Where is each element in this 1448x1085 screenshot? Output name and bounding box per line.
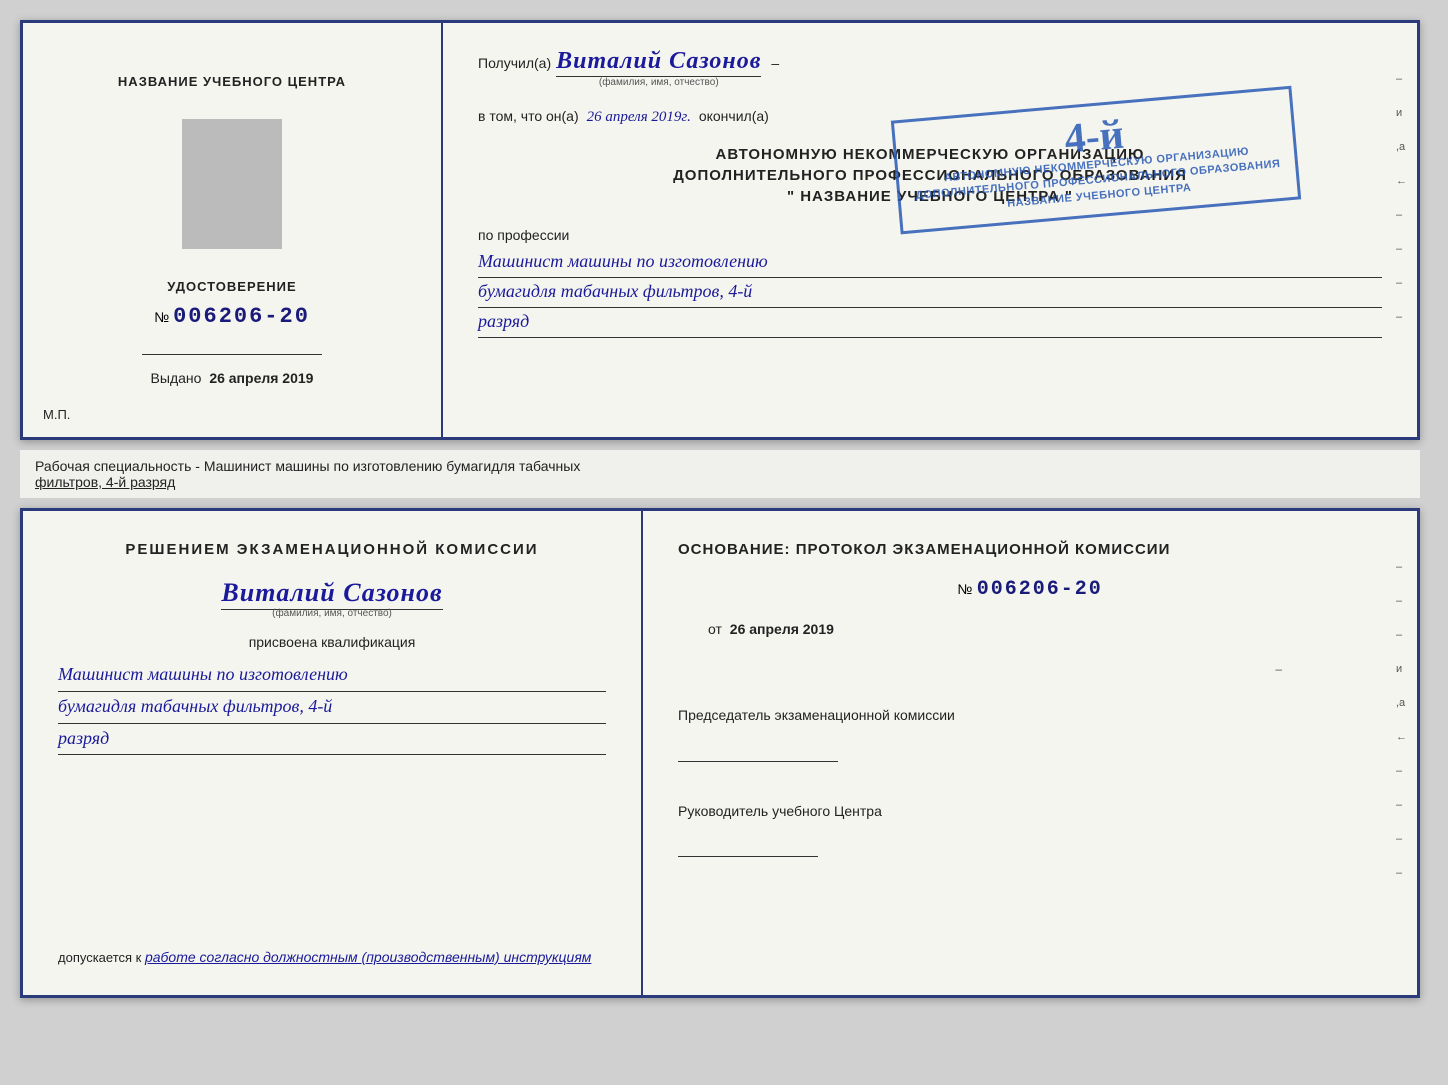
profession-line2: бумагидля табачных фильтров, 4-й: [478, 278, 1382, 308]
allowed-text: работе согласно должностным (производств…: [145, 949, 591, 965]
cert-bottom-right: Основание: протокол экзаменационной коми…: [643, 511, 1417, 995]
head-title: Руководитель учебного Центра: [678, 802, 1382, 822]
info-text-underline: фильтров, 4-й разряд: [35, 474, 175, 490]
basis-title: Основание: протокол экзаменационной коми…: [678, 541, 1382, 558]
top-certificate: НАЗВАНИЕ УЧЕБНОГО ЦЕНТРА УДОСТОВЕРЕНИЕ №…: [20, 20, 1420, 440]
certify-date: 26 апреля 2019г.: [587, 109, 691, 126]
right-edge-marks: – и ,а ← – – – –: [1396, 73, 1407, 323]
qualification-line1: Машинист машины по изготовлению: [58, 660, 606, 692]
commission-title: Решением экзаменационной комиссии: [58, 541, 606, 558]
basis-number-sign: №: [957, 581, 972, 597]
qualification-label: присвоена квалификация: [58, 634, 606, 650]
profession-line3: разряд: [478, 308, 1382, 338]
issued-label: Выдано: [151, 370, 202, 386]
basis-date-prefix: от: [708, 621, 722, 637]
photo-placeholder: [182, 119, 282, 249]
person-subtitle-bottom: (фамилия, имя, отчество): [58, 608, 606, 619]
page-wrapper: НАЗВАНИЕ УЧЕБНОГО ЦЕНТРА УДОСТОВЕРЕНИЕ №…: [20, 20, 1428, 998]
number-sign: №: [154, 309, 169, 325]
recipient-subtitle: (фамилия, имя, отчество): [556, 77, 761, 88]
info-text: Рабочая специальность - Машинист машины …: [35, 458, 580, 474]
info-bar: Рабочая специальность - Машинист машины …: [20, 450, 1420, 498]
right-edge-marks-bottom: – – – и ,а ← – – – –: [1396, 561, 1407, 879]
cert-number: 006206-20: [173, 304, 310, 329]
chairman-line: [678, 761, 838, 762]
cert-bottom-left: Решением экзаменационной комиссии Витали…: [23, 511, 643, 995]
mp-label: М.П.: [43, 407, 70, 422]
signature-line: [142, 354, 322, 355]
basis-number: 006206-20: [977, 578, 1103, 601]
head-line: [678, 856, 818, 857]
cert-top-left: НАЗВАНИЕ УЧЕБНОГО ЦЕНТРА УДОСТОВЕРЕНИЕ №…: [23, 23, 443, 437]
chairman-title: Председатель экзаменационной комиссии: [678, 706, 1382, 726]
qualification-line2: бумагидля табачных фильтров, 4-й: [58, 692, 606, 724]
allowed-label: допускается к: [58, 950, 141, 965]
basis-date-value: 26 апреля 2019: [730, 621, 834, 637]
org-title-top-left: НАЗВАНИЕ УЧЕБНОГО ЦЕНТРА: [118, 74, 346, 89]
profession-line1: Машинист машины по изготовлению: [478, 248, 1382, 278]
recipient-prefix: Получил(а): [478, 55, 551, 71]
issued-date: 26 апреля 2019: [209, 370, 313, 386]
qualification-line3: разряд: [58, 724, 606, 756]
recipient-line: Получил(а) Виталий Сазонов (фамилия, имя…: [478, 48, 1382, 88]
recipient-dash: –: [771, 55, 779, 71]
basis-date: от 26 апреля 2019: [708, 621, 1382, 637]
bottom-certificate: Решением экзаменационной комиссии Витали…: [20, 508, 1420, 998]
certify-prefix: в том, что он(а): [478, 108, 579, 124]
cert-top-right: Получил(а) Виталий Сазонов (фамилия, имя…: [443, 23, 1417, 437]
completed-label: окончил(а): [699, 108, 769, 124]
recipient-name: Виталий Сазонов: [556, 48, 761, 77]
udostoverenie-label: УДОСТОВЕРЕНИЕ: [167, 279, 296, 294]
person-name-bottom: Виталий Сазонов: [221, 578, 442, 610]
